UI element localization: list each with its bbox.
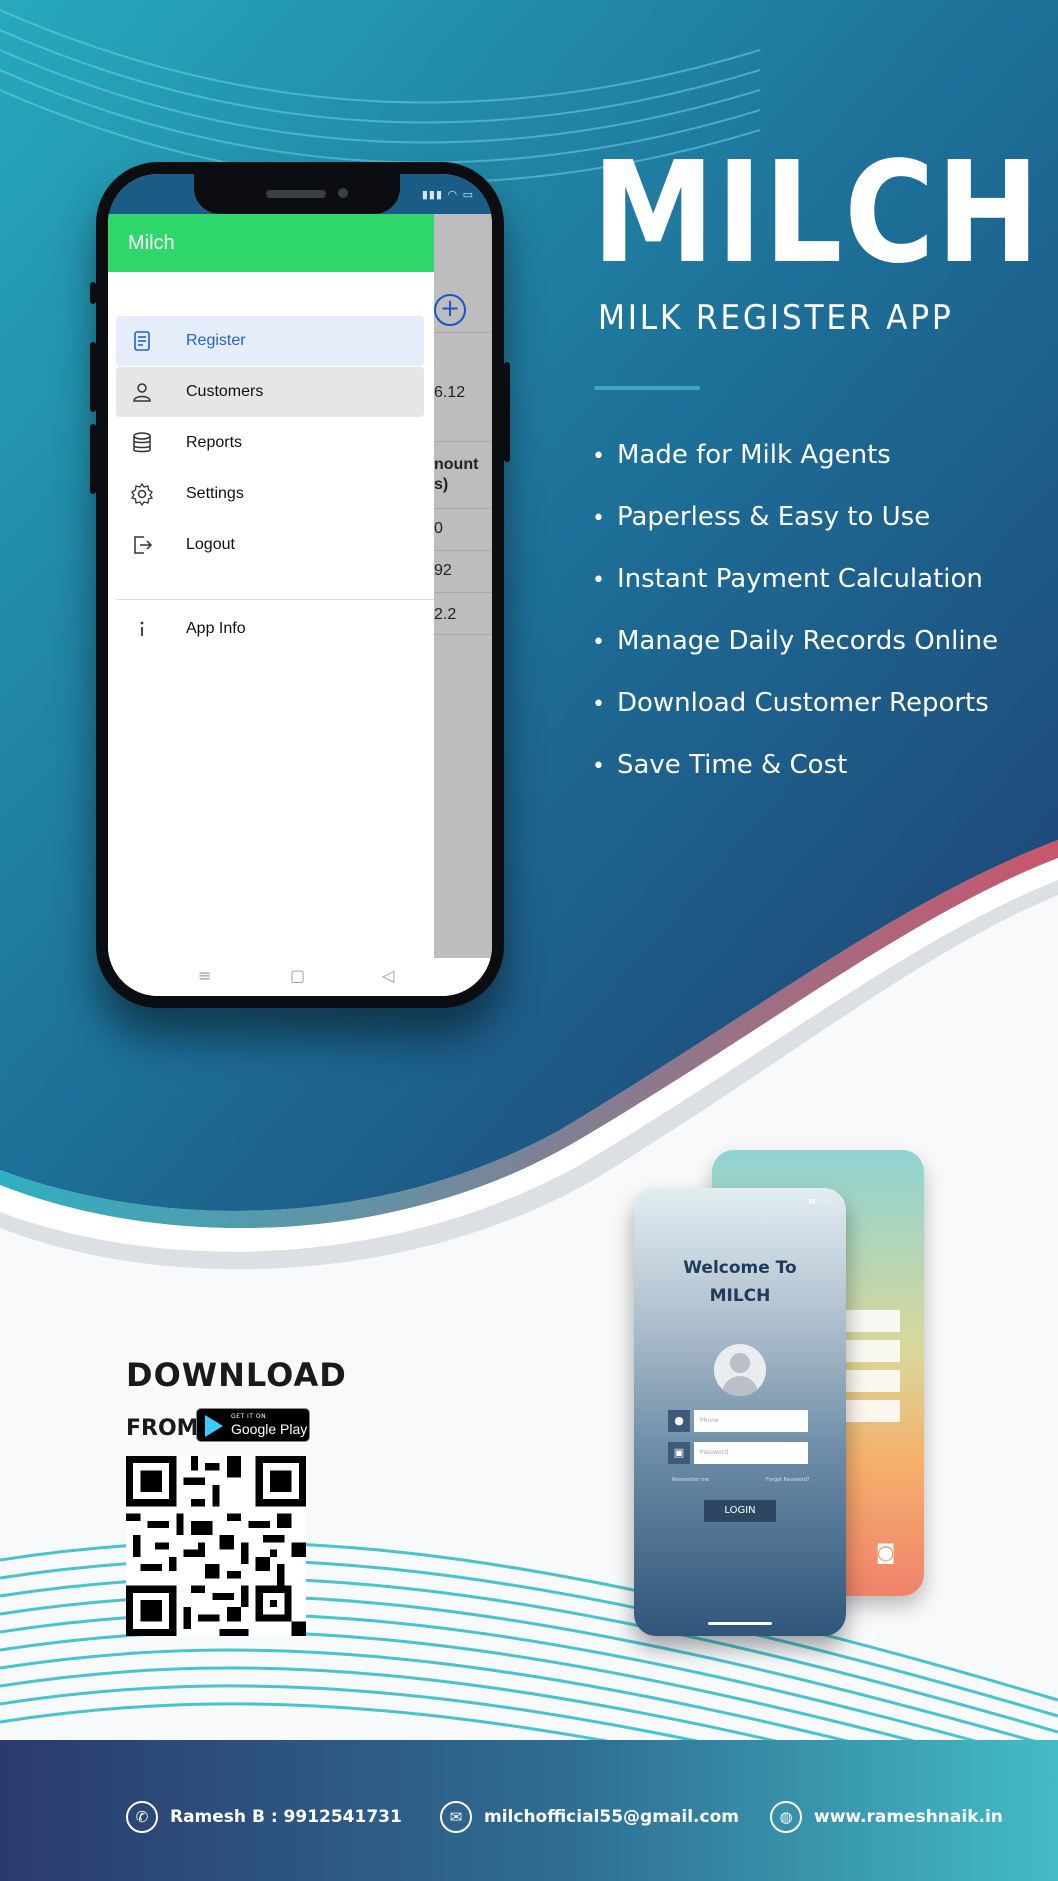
google-play-badge[interactable]: GET IT ON Google Play xyxy=(196,1408,310,1442)
feature-item: Save Time & Cost xyxy=(592,750,998,812)
forgot-password-link[interactable]: Forgot Password? xyxy=(766,1477,810,1483)
email-icon: ✉ xyxy=(440,1801,472,1833)
phone-screen: ▮▮▮ ◠ ▭ + 6.12 nount s) 0 92 2.2 Milch R… xyxy=(108,174,492,996)
title-divider xyxy=(594,386,700,390)
back-icon[interactable]: ◁ xyxy=(382,966,394,985)
table-cell: 6.12 xyxy=(434,384,466,401)
menu-item-label: Settings xyxy=(186,485,244,502)
camera-icon: ◙ xyxy=(876,1540,896,1564)
user-icon: ● xyxy=(668,1410,690,1432)
poster: ▮▮▮ ◠ ▭ + 6.12 nount s) 0 92 2.2 Milch R… xyxy=(0,0,1058,1881)
menu-item-label: App Info xyxy=(186,620,246,637)
globe-icon: ◍ xyxy=(770,1801,802,1833)
contact-phone[interactable]: ✆ Ramesh B : 9912541731 xyxy=(126,1800,402,1834)
menu-item-logout[interactable]: Logout xyxy=(116,520,424,570)
menu-item-reports[interactable]: Reports xyxy=(116,418,424,468)
contact-website-text: www.rameshnaik.in xyxy=(814,1807,1003,1827)
feature-item: Made for Milk Agents xyxy=(592,440,998,502)
menu-item-app-info[interactable]: App Info xyxy=(116,604,424,654)
phone-field[interactable]: ● Phone xyxy=(668,1410,808,1432)
navigation-drawer: Milch Register Customers Reports Setting… xyxy=(108,214,434,958)
form-field xyxy=(844,1370,900,1392)
front-camera xyxy=(338,188,348,198)
download-from-label: FROM xyxy=(126,1416,199,1441)
avatar-body xyxy=(722,1376,758,1396)
table-header-cell: s) xyxy=(434,476,449,493)
phone-volume-down-button xyxy=(90,424,96,494)
form-field xyxy=(844,1340,900,1362)
home-indicator xyxy=(708,1622,772,1625)
add-record-button[interactable]: + xyxy=(434,294,466,326)
table-cell: 2.2 xyxy=(434,606,457,623)
feature-item: Manage Daily Records Online xyxy=(592,626,998,688)
welcome-line: Welcome To xyxy=(683,1258,797,1278)
document-icon xyxy=(134,331,150,351)
feature-item: Instant Payment Calculation xyxy=(592,564,998,626)
password-field[interactable]: ▣ Password xyxy=(668,1442,808,1464)
play-store-icon xyxy=(205,1415,223,1437)
qr-code[interactable] xyxy=(126,1456,306,1636)
table-cell: 92 xyxy=(434,562,452,579)
contact-email[interactable]: ✉ milchofficial55@gmail.com xyxy=(440,1800,739,1834)
menu-item-register[interactable]: Register xyxy=(116,316,424,366)
phone-notch xyxy=(194,174,400,214)
store-badge-small-text: GET IT ON xyxy=(231,1413,267,1420)
form-field xyxy=(844,1310,900,1332)
person-icon xyxy=(133,383,151,402)
home-icon[interactable]: ▢ xyxy=(290,966,305,985)
drawer-title: Milch xyxy=(128,232,175,254)
phone-volume-up-button xyxy=(90,342,96,412)
gear-icon xyxy=(130,482,154,506)
phone-input[interactable]: Phone xyxy=(694,1410,808,1432)
lock-icon: ▣ xyxy=(668,1442,690,1464)
avatar-head xyxy=(730,1353,750,1373)
footer: ✆ Ramesh B : 9912541731 ✉ milchofficial5… xyxy=(0,1740,1058,1881)
login-phone-mockup: ▮▮ ◠ ▭ Welcome To MILCH ● Phone ▣ Passwo… xyxy=(634,1188,846,1636)
feature-list: Made for Milk Agents Paperless & Easy to… xyxy=(592,440,998,812)
info-icon xyxy=(140,621,144,636)
form-field xyxy=(844,1400,900,1422)
menu-item-settings[interactable]: Settings xyxy=(116,469,424,519)
welcome-text: Welcome To MILCH xyxy=(634,1254,846,1310)
phone-mockup: ▮▮▮ ◠ ▭ + 6.12 nount s) 0 92 2.2 Milch R… xyxy=(90,162,510,1008)
download-heading: DOWNLOAD xyxy=(126,1356,347,1394)
logout-icon xyxy=(134,536,153,554)
speaker xyxy=(266,190,326,198)
app-title: MILCH xyxy=(592,132,1042,295)
feature-item: Paperless & Easy to Use xyxy=(592,502,998,564)
status-icons: ▮▮ ◠ ▭ xyxy=(808,1198,830,1205)
menu-item-label: Customers xyxy=(186,383,264,400)
android-nav-bar: ≡ ▢ ◁ xyxy=(108,958,492,996)
remember-me-checkbox[interactable]: Remember me xyxy=(672,1477,709,1483)
store-badge-name: Google Play xyxy=(231,1421,308,1437)
drawer-divider xyxy=(116,599,434,600)
contact-email-text: milchofficial55@gmail.com xyxy=(484,1807,739,1827)
menu-item-label: Reports xyxy=(186,434,243,451)
menu-item-label: Register xyxy=(186,332,246,349)
contact-website[interactable]: ◍ www.rameshnaik.in xyxy=(770,1800,1003,1834)
contact-phone-text: Ramesh B : 9912541731 xyxy=(170,1807,402,1827)
database-icon xyxy=(133,432,151,453)
menu-item-customers[interactable]: Customers xyxy=(116,367,424,417)
menu-item-label: Logout xyxy=(186,536,235,553)
feature-item: Download Customer Reports xyxy=(592,688,998,750)
table-header-cell: nount xyxy=(434,456,479,473)
table-cell: 0 xyxy=(434,520,443,537)
login-button[interactable]: LOGIN xyxy=(704,1500,776,1522)
phone-mute-button xyxy=(90,282,96,304)
app-subtitle: MILK REGISTER APP xyxy=(598,298,954,338)
password-input[interactable]: Password xyxy=(694,1442,808,1464)
welcome-brand: MILCH xyxy=(709,1286,771,1306)
drawer-header: Milch xyxy=(108,214,434,272)
phone-icon: ✆ xyxy=(126,1801,158,1833)
status-icons: ▮▮▮ ◠ ▭ xyxy=(421,188,474,201)
avatar xyxy=(714,1344,766,1396)
recent-apps-icon[interactable]: ≡ xyxy=(198,966,211,985)
phone-power-button xyxy=(504,362,510,462)
